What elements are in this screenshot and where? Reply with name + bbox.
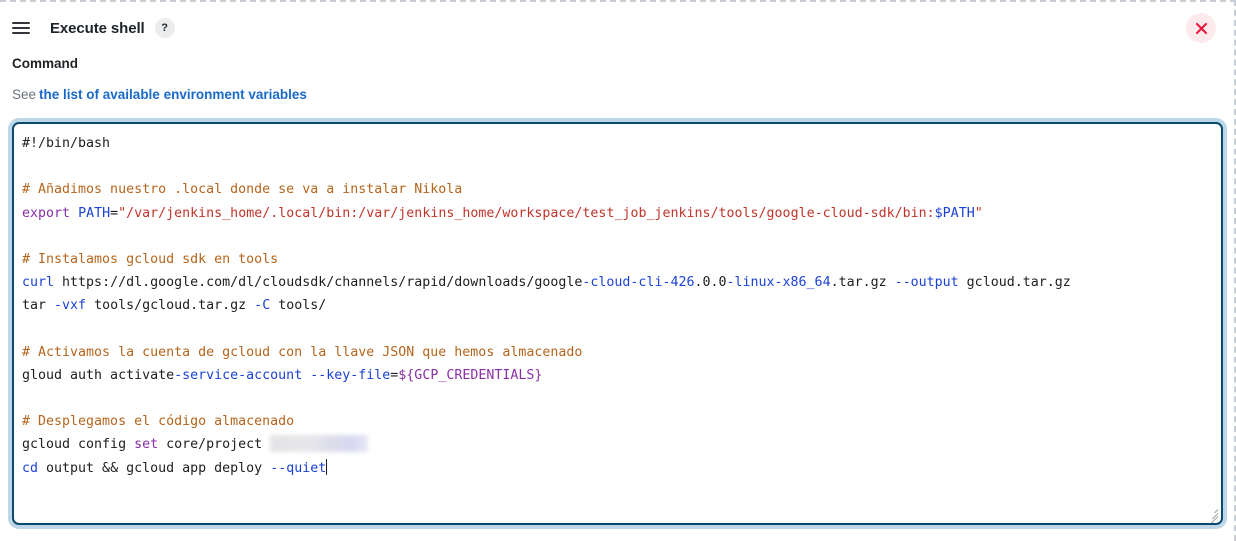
- redacted-project-id: [270, 435, 369, 453]
- code-token-plain: https://dl.google.com/dl/cloudsdk/channe…: [54, 275, 583, 291]
- code-line: tar -vxf tools/gcloud.tar.gz -C tools/: [22, 294, 1211, 317]
- execute-shell-build-step: Execute shell ? Command See the list of a…: [0, 0, 1236, 541]
- code-token-keyword: ${GCP_CREDENTIALS}: [398, 367, 543, 383]
- code-token-flag: --output: [894, 275, 959, 291]
- code-token-string: ": [974, 205, 983, 221]
- code-token-var: $PATH: [934, 205, 975, 221]
- code-token-var: PATH: [78, 205, 111, 221]
- code-token-flag: -service-account: [174, 367, 303, 383]
- text-caret: [326, 458, 328, 475]
- command-textarea[interactable]: #!/bin/bash # Añadimos nuestro .local do…: [12, 122, 1223, 525]
- code-token-plain: core/project: [158, 437, 271, 453]
- drag-line: [12, 32, 30, 34]
- code-token-plain: #!/bin/bash: [22, 136, 111, 151]
- code-token-comment: # Añadimos nuestro .local donde se va a …: [22, 182, 463, 198]
- command-field-label: Command: [12, 56, 79, 71]
- code-token-plain: tools/gcloud.tar.gz: [86, 298, 255, 314]
- code-token-keyword: export: [22, 205, 71, 221]
- resize-grip-icon[interactable]: [1204, 506, 1219, 523]
- code-token-builtin: curl: [22, 275, 55, 291]
- code-line: gcloud config set core/project: [22, 433, 1211, 456]
- environment-variables-link[interactable]: the list of available environment variab…: [39, 87, 307, 102]
- code-token-plain: gcloud.tar.gz: [958, 275, 1071, 291]
- drag-line: [12, 27, 30, 29]
- code-token-plain: .0.0: [694, 275, 727, 291]
- code-line: # Instalamos gcloud sdk en tools: [22, 248, 1211, 271]
- code-line: # Activamos la cuenta de gcloud con la l…: [22, 341, 1211, 364]
- code-token-plain: .tar.gz: [830, 275, 895, 291]
- code-token-string: "/var/jenkins_home/.local/bin:/var/jenki…: [118, 205, 935, 221]
- code-token-plain: tools/: [270, 298, 327, 314]
- command-code-content[interactable]: #!/bin/bash # Añadimos nuestro .local do…: [14, 124, 1221, 523]
- code-line: # Desplegamos el código almacenado: [22, 410, 1211, 433]
- code-token-flag: --key-file: [310, 367, 391, 383]
- help-badge[interactable]: ?: [154, 18, 175, 38]
- code-token-flag: -cloud-cli-426: [582, 275, 695, 291]
- code-token-plain: tar: [22, 298, 55, 314]
- code-token-flag: -linux-x86_64: [726, 275, 831, 291]
- close-x-icon: [1195, 22, 1207, 34]
- code-line: export PATH="/var/jenkins_home/.local/bi…: [22, 202, 1211, 225]
- code-line: cd output && gcloud app deploy --quiet: [22, 457, 1211, 480]
- code-token-flag: --quiet: [270, 460, 327, 476]
- close-button[interactable]: [1186, 13, 1216, 43]
- hamburger-drag-icon[interactable]: [12, 17, 34, 39]
- build-step-header: Execute shell ?: [0, 10, 1234, 46]
- help-prefix-text: See: [12, 87, 37, 102]
- code-line: curl https://dl.google.com/dl/cloudsdk/c…: [22, 271, 1211, 294]
- code-line: # Añadimos nuestro .local donde se va a …: [22, 178, 1211, 201]
- code-token-comment: # Activamos la cuenta de gcloud con la l…: [22, 344, 583, 360]
- code-token-builtin: cd: [22, 460, 39, 476]
- code-token-comment: # Desplegamos el código almacenado: [22, 414, 295, 430]
- code-token-plain: =: [110, 205, 119, 221]
- code-token-keyword: set: [134, 437, 159, 453]
- code-token-flag: -vxf: [54, 298, 87, 314]
- code-line: gloud auth activate-service-account --ke…: [22, 364, 1211, 387]
- code-token-plain: gcloud config: [22, 437, 135, 453]
- code-token-plain: gloud auth activate: [22, 367, 175, 383]
- env-variables-help-line: See the list of available environment var…: [12, 87, 307, 102]
- code-token-flag: -C: [254, 298, 271, 314]
- code-token-comment: # Instalamos gcloud sdk en tools: [22, 251, 279, 267]
- page-title: Execute shell: [50, 19, 145, 37]
- code-token-plain: output && gcloud app deploy: [38, 460, 271, 476]
- drag-line: [12, 22, 30, 24]
- code-line: #!/bin/bash: [22, 132, 1211, 155]
